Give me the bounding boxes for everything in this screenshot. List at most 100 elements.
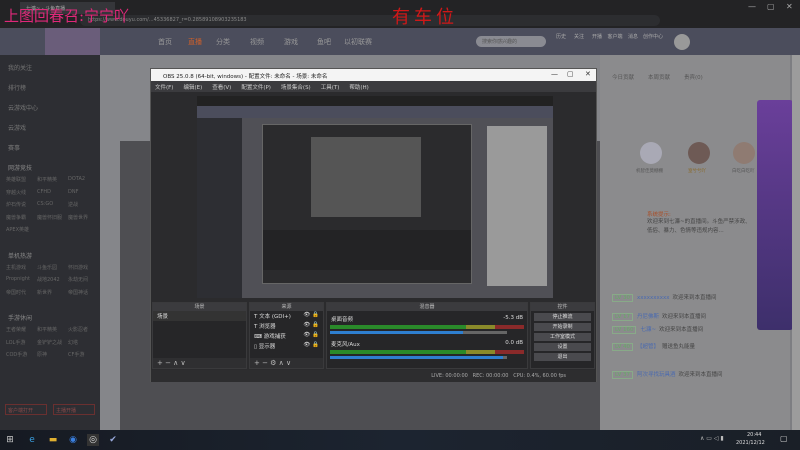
promo-banner[interactable] <box>757 100 793 330</box>
message-icon[interactable]: 消息 <box>623 33 643 40</box>
obs-menu-item[interactable]: 帮助(H) <box>349 83 368 91</box>
tab-vip[interactable]: 贵宾(0) <box>684 73 703 81</box>
volume-slider[interactable] <box>330 356 507 359</box>
avatar[interactable] <box>674 34 690 50</box>
sidebar-game-link[interactable]: 战地2042 <box>37 276 60 283</box>
source-item[interactable]: T 浏览器 👁 🔒 <box>250 321 323 331</box>
sidebar-game-link[interactable]: 幻塔 <box>68 339 78 346</box>
chat-user[interactable]: 七濂~ <box>640 327 656 333</box>
source-item[interactable]: ⌨ 游戏捕获 👁 🔒 <box>250 331 323 341</box>
control-button[interactable]: 退出 <box>534 353 591 361</box>
nav-home[interactable]: 首页 <box>158 37 172 47</box>
chat-user[interactable]: 阿次寻找玩具酒 <box>637 372 676 378</box>
fan-avatar[interactable] <box>733 142 755 164</box>
sidebar-item-cloud-center[interactable]: 云游戏中心 <box>8 103 38 112</box>
creator-icon[interactable]: 创作中心 <box>643 33 663 40</box>
sources-toolbar[interactable]: + − ⚙ ∧ ∨ <box>250 358 323 368</box>
edge-icon[interactable]: e <box>26 434 38 446</box>
sidebar-game-link[interactable]: 主机游戏 <box>6 264 26 271</box>
sidebar-game-link[interactable]: 帝国时代 <box>6 289 26 296</box>
sidebar-item-follow[interactable]: 我的关注 <box>8 63 32 72</box>
sidebar-game-link[interactable]: 怀旧游戏 <box>68 264 88 271</box>
sidebar-game-link[interactable]: 穿越火线 <box>6 189 26 196</box>
nav-league[interactable]: 以初联赛 <box>344 37 372 47</box>
chat-user[interactable]: xxxxxxxxxx <box>637 295 670 301</box>
obs-close-button[interactable]: ✕ <box>585 70 591 78</box>
sidebar-game-link[interactable]: APEX英雄 <box>6 226 29 233</box>
start-broadcast-button[interactable]: 主播开播 <box>53 404 95 415</box>
tab-week[interactable]: 本周贡献 <box>648 73 670 81</box>
sidebar-game-link[interactable]: 英雄联盟 <box>6 176 26 183</box>
scrollbar[interactable] <box>792 55 800 430</box>
volume-slider[interactable] <box>330 331 507 334</box>
source-item[interactable]: ▯ 显示器 👁 🔒 <box>250 341 323 351</box>
sidebar-game-link[interactable]: 新世界 <box>37 289 52 296</box>
sidebar-game-link[interactable]: 帝国神话 <box>68 289 88 296</box>
visibility-lock-icons[interactable]: 👁 🔒 <box>303 312 319 320</box>
sidebar-game-link[interactable]: CS:GO <box>37 201 53 207</box>
fan-avatar[interactable] <box>640 142 662 164</box>
chat-user[interactable]: 丹尼佛斯 <box>637 314 659 320</box>
control-button[interactable]: 设置 <box>534 343 591 351</box>
broadcast-icon[interactable]: 开播 <box>587 33 607 40</box>
follow-icon[interactable]: 关注 <box>569 33 589 40</box>
minimize-button[interactable]: — <box>748 2 756 11</box>
obs-menu-item[interactable]: 查看(V) <box>212 83 231 91</box>
start-icon[interactable]: ⊞ <box>4 434 16 446</box>
obs-preview[interactable] <box>197 96 553 298</box>
search-input[interactable]: 搜索你感兴趣的 <box>476 36 546 47</box>
obs-menu-item[interactable]: 场景集合(S) <box>281 83 311 91</box>
history-icon[interactable]: 历史 <box>551 33 571 40</box>
sidebar-game-link[interactable]: 斗鱼乐园 <box>37 264 57 271</box>
sidebar-game-link[interactable]: LOL手游 <box>6 339 25 346</box>
scenes-toolbar[interactable]: + − ∧ ∨ <box>153 358 246 368</box>
sidebar-game-link[interactable]: 火影忍者 <box>68 326 88 333</box>
sidebar-game-link[interactable]: CF手游 <box>68 351 84 358</box>
nav-live[interactable]: 直播 <box>188 37 202 47</box>
clock-time[interactable]: 20:44 <box>747 432 761 438</box>
tray-icons[interactable]: ∧ ▭ ◁ ▮ <box>700 435 724 442</box>
tab-today[interactable]: 今日贡献 <box>612 73 634 81</box>
obs-menu-item[interactable]: 工具(T) <box>321 83 340 91</box>
nav-yuba[interactable]: 鱼吧 <box>317 37 331 47</box>
sidebar-game-link[interactable]: 炉石传说 <box>6 201 26 208</box>
obs-menu-item[interactable]: 配置文件(P) <box>241 83 271 91</box>
fan-avatar[interactable] <box>688 142 710 164</box>
client-icon[interactable]: 客户端 <box>605 33 625 40</box>
source-item[interactable]: T 文本 (GDI+) 👁 🔒 <box>250 311 323 321</box>
nav-games[interactable]: 游戏 <box>284 37 298 47</box>
sidebar-item-rank[interactable]: 排行榜 <box>8 83 26 92</box>
nav-category[interactable]: 分类 <box>216 37 230 47</box>
visibility-lock-icons[interactable]: 👁 🔒 <box>303 332 319 340</box>
close-button[interactable]: ✕ <box>786 2 793 11</box>
sidebar-game-link[interactable]: 永劫无间 <box>68 276 88 283</box>
steam-icon[interactable]: ✔ <box>107 434 119 446</box>
sidebar-game-link[interactable]: DOTA2 <box>68 176 85 182</box>
scene-item[interactable]: 场景 <box>153 311 246 321</box>
obs-maximize-button[interactable]: ▢ <box>567 70 574 78</box>
obs-menu-item[interactable]: 文件(F) <box>155 83 173 91</box>
sidebar-game-link[interactable]: 和平精英 <box>37 176 57 183</box>
notification-icon[interactable]: ▢ <box>780 434 788 443</box>
obs-icon[interactable]: ◎ <box>87 434 99 446</box>
app-icon[interactable]: ◉ <box>67 434 79 446</box>
visibility-lock-icons[interactable]: 👁 🔒 <box>303 322 319 330</box>
obs-menu-item[interactable]: 编辑(E) <box>183 83 202 91</box>
sidebar-item-cloud-game[interactable]: 云游戏 <box>8 123 26 132</box>
nav-video[interactable]: 视频 <box>250 37 264 47</box>
sidebar-game-link[interactable]: DNF <box>68 189 78 195</box>
control-button[interactable]: 开始录制 <box>534 323 591 331</box>
sidebar-game-link[interactable]: 魔兽争霸 <box>6 214 26 221</box>
sidebar-game-link[interactable]: 金铲铲之战 <box>37 339 62 346</box>
clock-date[interactable]: 2021/12/12 <box>736 440 765 446</box>
maximize-button[interactable]: ▢ <box>767 2 775 11</box>
sidebar-game-link[interactable]: 魔兽怀旧服 <box>37 214 62 221</box>
sidebar-item-esports[interactable]: 赛事 <box>8 143 20 152</box>
visibility-lock-icons[interactable]: 👁 🔒 <box>303 342 319 350</box>
sidebar-game-link[interactable]: 和平精英 <box>37 326 57 333</box>
sidebar-game-link[interactable]: 逆战 <box>68 201 78 208</box>
address-bar[interactable]: https://www.douyu.com/...45336827_r=0.28… <box>80 15 660 26</box>
open-client-button[interactable]: 客户端打开 <box>5 404 47 415</box>
control-button[interactable]: 停止推流 <box>534 313 591 321</box>
sidebar-game-link[interactable]: 王者荣耀 <box>6 326 26 333</box>
